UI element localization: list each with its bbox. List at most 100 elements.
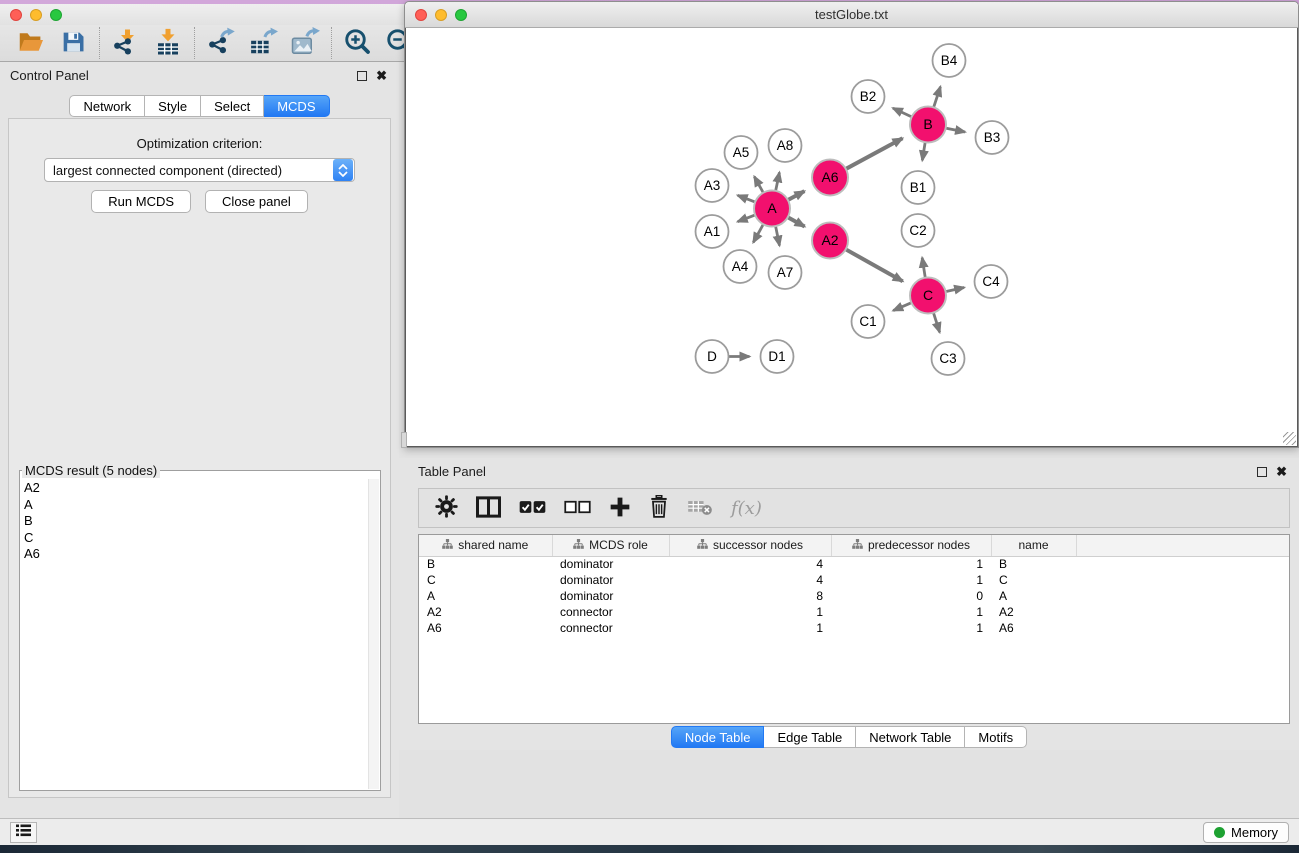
column-header-successor-nodes[interactable]: successor nodes [669, 535, 831, 556]
window-resize-grip[interactable] [1283, 432, 1296, 445]
zoom-window-button[interactable] [50, 9, 62, 21]
graph-edge-B-B3[interactable] [946, 128, 965, 132]
export-table-button[interactable] [242, 26, 284, 60]
table-cell[interactable]: dominator [552, 572, 669, 588]
table-row[interactable]: A6connector11A6 [419, 620, 1289, 636]
tab-style[interactable]: Style [145, 95, 201, 117]
export-network-button[interactable] [200, 26, 242, 60]
function-builder-button[interactable]: f(x) [731, 498, 762, 519]
column-header-name[interactable]: name [991, 535, 1076, 556]
table-cell[interactable]: 0 [831, 588, 991, 604]
graph-edge-A-A6[interactable] [788, 191, 805, 200]
result-item[interactable]: A6 [24, 546, 366, 563]
close-network-window-button[interactable] [415, 9, 427, 21]
table-cell[interactable]: 1 [669, 604, 831, 620]
graph-edge-A-A5[interactable] [754, 177, 763, 193]
tab-node-table[interactable]: Node Table [671, 726, 765, 748]
result-item[interactable]: A2 [24, 480, 366, 497]
save-session-button[interactable] [52, 26, 94, 60]
graph-node-A5[interactable]: A5 [725, 136, 758, 169]
graph-edge-B-B1[interactable] [922, 142, 925, 160]
graph-edge-A-A2[interactable] [788, 217, 805, 226]
table-cell[interactable]: A [419, 588, 552, 604]
float-table-panel-icon[interactable] [1257, 467, 1267, 477]
table-cell[interactable]: 4 [669, 572, 831, 588]
graph-node-A[interactable]: A [754, 191, 790, 227]
graph-edge-B-B2[interactable] [893, 108, 912, 117]
result-item[interactable]: A [24, 497, 366, 514]
close-panel-button[interactable]: Close panel [205, 190, 308, 213]
graph-edge-C-C3[interactable] [933, 313, 939, 333]
float-panel-icon[interactable] [357, 71, 367, 81]
add-column-button[interactable] [609, 496, 631, 521]
graph-node-D[interactable]: D [696, 340, 729, 373]
graph-edge-A2-C[interactable] [846, 249, 903, 281]
graph-edge-A-A3[interactable] [738, 195, 756, 202]
minimize-window-button[interactable] [30, 9, 42, 21]
table-cell[interactable]: dominator [552, 588, 669, 604]
table-cell[interactable]: 1 [831, 620, 991, 636]
zoom-network-window-button[interactable] [455, 9, 467, 21]
graph-node-B1[interactable]: B1 [902, 171, 935, 204]
graph-node-A1[interactable]: A1 [696, 215, 729, 248]
result-list-scrollbar[interactable] [368, 479, 379, 789]
tab-network-table[interactable]: Network Table [856, 726, 965, 748]
graph-edge-B-B4[interactable] [934, 87, 941, 108]
table-cell[interactable]: connector [552, 604, 669, 620]
close-window-button[interactable] [10, 9, 22, 21]
memory-button[interactable]: Memory [1203, 822, 1289, 843]
open-session-button[interactable] [10, 26, 52, 60]
minimize-network-window-button[interactable] [435, 9, 447, 21]
graph-edge-A-A4[interactable] [753, 224, 763, 242]
splitter-handle[interactable] [401, 432, 407, 448]
delete-column-button[interactable] [649, 495, 669, 521]
deselect-all-columns-button[interactable] [564, 500, 591, 517]
graph-node-D1[interactable]: D1 [761, 340, 794, 373]
table-cell[interactable]: 1 [831, 556, 991, 572]
tab-edge-table[interactable]: Edge Table [764, 726, 856, 748]
table-cell[interactable]: 1 [669, 620, 831, 636]
graph-edge-C-C1[interactable] [893, 303, 911, 311]
table-cell[interactable]: 1 [831, 572, 991, 588]
graph-node-C1[interactable]: C1 [852, 305, 885, 338]
graph-node-A4[interactable]: A4 [724, 250, 757, 283]
graph-node-B2[interactable]: B2 [852, 80, 885, 113]
delete-table-button[interactable] [687, 498, 713, 519]
table-row[interactable]: Bdominator41B [419, 556, 1289, 572]
table-row[interactable]: Cdominator41C [419, 572, 1289, 588]
graph-edge-C-C4[interactable] [946, 287, 965, 291]
table-cell[interactable]: 1 [831, 604, 991, 620]
graph-edge-A-A1[interactable] [738, 215, 756, 222]
table-cell[interactable]: B [419, 556, 552, 572]
import-table-button[interactable] [147, 26, 189, 60]
graph-node-A2[interactable]: A2 [812, 223, 848, 259]
table-cell[interactable]: B [991, 556, 1076, 572]
graph-node-B3[interactable]: B3 [976, 121, 1009, 154]
result-item[interactable]: C [24, 530, 366, 547]
table-row[interactable]: A2connector11A2 [419, 604, 1289, 620]
column-header-predecessor-nodes[interactable]: predecessor nodes [831, 535, 991, 556]
export-image-button[interactable] [284, 26, 326, 60]
close-table-panel-icon[interactable]: ✖ [1276, 467, 1287, 477]
graph-node-C3[interactable]: C3 [932, 342, 965, 375]
show-columns-button[interactable] [476, 496, 501, 521]
criterion-dropdown[interactable]: largest connected component (directed) [44, 158, 355, 182]
tab-network[interactable]: Network [69, 95, 145, 117]
table-cell[interactable]: C [419, 572, 552, 588]
table-row[interactable]: Adominator80A [419, 588, 1289, 604]
table-cell[interactable]: 8 [669, 588, 831, 604]
close-panel-icon[interactable]: ✖ [376, 71, 387, 81]
result-item[interactable]: B [24, 513, 366, 530]
table-cell[interactable]: A [991, 588, 1076, 604]
graph-node-C[interactable]: C [910, 278, 946, 314]
import-network-button[interactable] [105, 26, 147, 60]
column-header-MCDS-role[interactable]: MCDS role [552, 535, 669, 556]
table-cell[interactable]: A2 [991, 604, 1076, 620]
zoom-in-button[interactable] [337, 26, 379, 60]
graph-node-A7[interactable]: A7 [769, 256, 802, 289]
graph-edge-A-A8[interactable] [776, 172, 780, 190]
select-all-columns-button[interactable] [519, 500, 546, 517]
run-mcds-button[interactable]: Run MCDS [91, 190, 191, 213]
table-cell[interactable]: C [991, 572, 1076, 588]
column-header-shared-name[interactable]: shared name [419, 535, 552, 556]
